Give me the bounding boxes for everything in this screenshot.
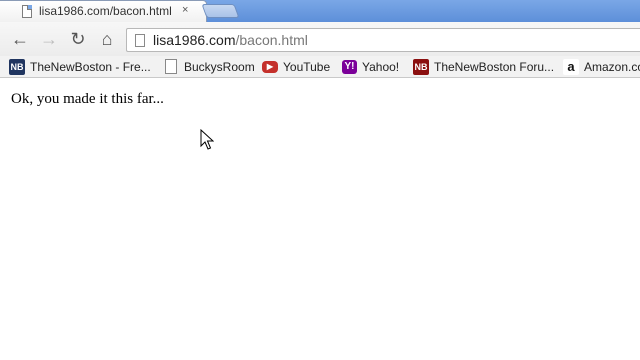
- page-favicon-icon: [22, 5, 32, 18]
- bookmark-buckysroom[interactable]: BuckysRoom: [163, 59, 255, 75]
- bookmark-yahoo[interactable]: Y! Yahoo!: [342, 59, 399, 75]
- tab-bacon[interactable]: lisa1986.com/bacon.html ×: [0, 0, 207, 22]
- home-button[interactable]: ⌂: [97, 29, 117, 49]
- url-text[interactable]: lisa1986.com/bacon.html: [153, 32, 308, 48]
- page-icon: [165, 59, 177, 75]
- bookmark-label: Amazon.co: [584, 60, 640, 74]
- reload-button[interactable]: ↻: [68, 29, 88, 49]
- nb-forum-icon: NB: [413, 59, 429, 75]
- address-bar[interactable]: lisa1986.com/bacon.html: [126, 28, 640, 52]
- bookmark-thenewboston[interactable]: NB TheNewBoston - Fre...: [9, 59, 151, 75]
- amazon-icon: a: [563, 59, 579, 75]
- url-host: lisa1986.com: [153, 32, 236, 48]
- bookmark-label: Yahoo!: [362, 59, 400, 74]
- page-message: Ok, you made it this far...: [11, 91, 164, 107]
- bookmark-amazon[interactable]: a Amazon.co: [563, 59, 640, 75]
- bookmarks-bar: NB TheNewBoston - Fre... BuckysRoom ▶ YouT…: [0, 56, 640, 78]
- new-tab-button[interactable]: [201, 4, 240, 18]
- mouse-cursor-icon: [200, 129, 214, 150]
- toolbar: ← → ↻ ⌂ lisa1986.com/bacon.html: [0, 22, 640, 56]
- bookmark-label: BuckysRoom: [184, 59, 255, 74]
- forward-button[interactable]: →: [39, 29, 59, 49]
- bookmark-label: YouTube: [283, 59, 331, 74]
- bookmark-thenewboston-forum[interactable]: NB TheNewBoston Foru...: [413, 59, 554, 75]
- url-path: /bacon.html: [235, 32, 308, 48]
- yahoo-icon: Y!: [342, 59, 357, 74]
- page-icon: [135, 34, 145, 47]
- back-button[interactable]: ←: [10, 29, 30, 49]
- tab-title: lisa1986.com/bacon.html: [39, 4, 172, 18]
- nb-icon: NB: [9, 59, 25, 75]
- bookmark-youtube[interactable]: ▶ YouTube: [262, 59, 330, 75]
- bookmark-label: TheNewBoston Foru...: [434, 60, 555, 74]
- bookmark-label: TheNewBoston - Fre...: [30, 60, 151, 74]
- page-content: Ok, you made it this far...: [0, 79, 640, 360]
- youtube-icon: ▶: [262, 60, 278, 73]
- tab-strip: lisa1986.com/bacon.html ×: [0, 0, 640, 22]
- tab-close-icon[interactable]: ×: [182, 4, 188, 16]
